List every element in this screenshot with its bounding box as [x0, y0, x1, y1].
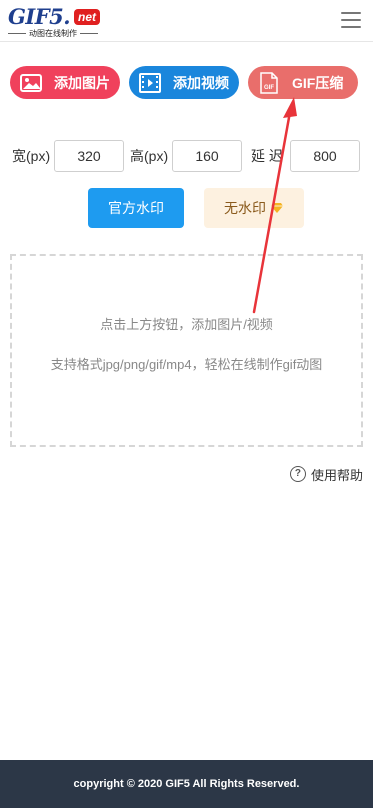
official-watermark-label: 官方水印	[108, 200, 164, 216]
upload-drop-area[interactable]: 点击上方按钮，添加图片/视频 支持格式jpg/png/gif/mp4，轻松在线制…	[10, 254, 363, 447]
logo-badge: net	[74, 9, 100, 25]
site-logo[interactable]: GIF5. net 动图在线制作	[8, 6, 108, 38]
no-watermark-button[interactable]: 无水印	[204, 188, 304, 228]
help-link[interactable]: ? 使用帮助	[289, 465, 363, 483]
no-watermark-label: 无水印	[224, 200, 266, 216]
height-input[interactable]: 160	[172, 140, 242, 172]
copyright-text: copyright © 2020 GIF5 All Rights Reserve…	[73, 778, 300, 790]
logo-text: GIF5.	[8, 4, 71, 29]
width-label: 宽(px)	[12, 148, 51, 164]
width-input[interactable]: 320	[54, 140, 124, 172]
drop-hint-secondary: 支持格式jpg/png/gif/mp4，轻松在线制作gif动图	[50, 357, 323, 372]
official-watermark-button[interactable]: 官方水印	[88, 188, 184, 228]
delay-label: 延 迟	[251, 148, 283, 164]
question-circle-icon: ?	[289, 466, 306, 482]
height-label: 高(px)	[130, 148, 169, 164]
logo-subtitle: 动图在线制作	[29, 29, 77, 38]
add-video-button[interactable]: 添加视频	[129, 66, 239, 99]
add-image-button[interactable]: 添加图片	[10, 66, 120, 99]
image-icon	[20, 73, 42, 93]
gif-file-icon: GIF	[258, 71, 280, 94]
drop-hint-primary: 点击上方按钮，添加图片/视频	[100, 317, 273, 332]
size-settings-row: 宽(px) 320 高(px) 160 延 迟 800	[0, 140, 373, 172]
add-image-label: 添加图片	[54, 74, 110, 91]
help-label: 使用帮助	[310, 467, 363, 483]
gif-icon-text: GIF	[264, 85, 274, 91]
diamond-icon	[270, 202, 284, 214]
gif-compress-button[interactable]: GIF GIF压缩	[248, 66, 358, 99]
top-header: GIF5. net 动图在线制作	[0, 0, 373, 42]
page-footer: copyright © 2020 GIF5 All Rights Reserve…	[0, 760, 373, 808]
delay-input[interactable]: 800	[290, 140, 360, 172]
film-icon	[139, 72, 161, 93]
logo-subtitle-row: 动图在线制作	[8, 29, 108, 38]
hamburger-menu-icon[interactable]	[341, 10, 361, 30]
gif-compress-label: GIF压缩	[292, 74, 344, 91]
add-video-label: 添加视频	[173, 74, 229, 91]
